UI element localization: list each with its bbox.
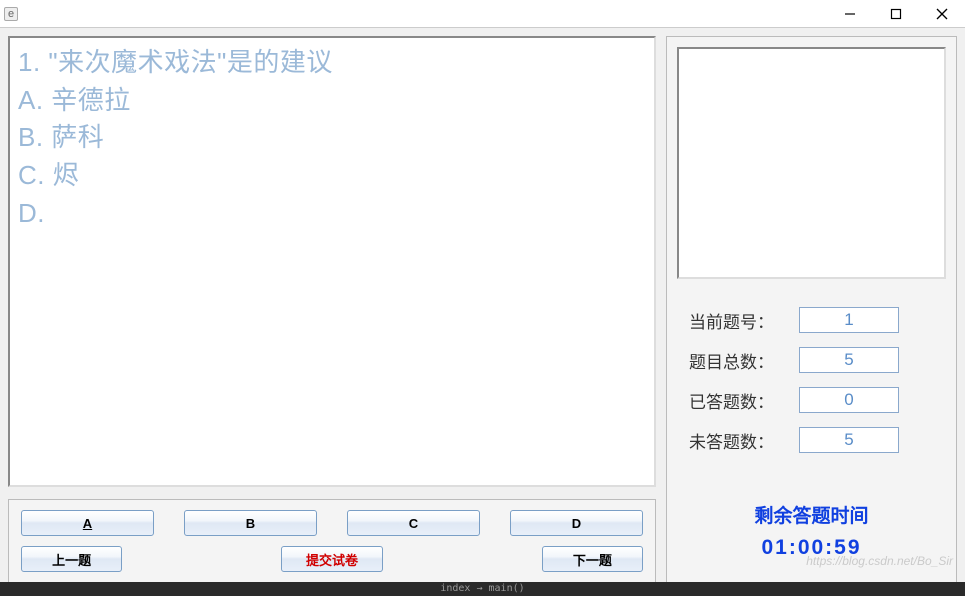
close-button[interactable] — [919, 0, 965, 28]
prev-button[interactable]: 上一题 — [21, 546, 122, 572]
nav-button-row: 上一题 提交试卷 下一题 — [15, 546, 649, 572]
question-line: 1. "来次魔术戏法"是的建议 — [18, 44, 646, 82]
stat-current-value: 1 — [799, 307, 899, 333]
spacer — [152, 546, 251, 572]
stat-unanswered-value: 5 — [799, 427, 899, 453]
timer-label: 剩余答题时间 — [677, 501, 946, 528]
titlebar-icon: e — [4, 7, 18, 21]
option-c-text: C. 烬 — [18, 157, 646, 195]
minimize-button[interactable] — [827, 0, 873, 28]
stat-total-value: 5 — [799, 347, 899, 373]
stat-current-label: 当前题号： — [689, 308, 799, 333]
answer-d-button[interactable]: D — [510, 510, 643, 536]
stat-answered: 已答题数： 0 — [689, 387, 934, 413]
maximize-button[interactable] — [873, 0, 919, 28]
answer-button-row: A B C D — [15, 510, 649, 536]
right-panel: 当前题号： 1 题目总数： 5 已答题数： 0 未答题数： 5 剩余答题时间 0… — [666, 36, 957, 583]
question-text: 1. "来次魔术戏法"是的建议 A. 辛德拉 B. 萨科 C. 烬 D. — [18, 44, 646, 232]
next-button[interactable]: 下一题 — [542, 546, 643, 572]
button-area: A B C D 上一题 提交试卷 下一题 — [8, 499, 656, 583]
watermark: https://blog.csdn.net/Bo_Sir — [806, 554, 953, 568]
stat-answered-label: 已答题数： — [689, 388, 799, 413]
image-box — [677, 47, 946, 279]
option-a-text: A. 辛德拉 — [18, 82, 646, 120]
stats-area: 当前题号： 1 题目总数： 5 已答题数： 0 未答题数： 5 — [677, 307, 946, 467]
option-d-text: D. — [18, 195, 646, 233]
stat-total-label: 题目总数： — [689, 348, 799, 373]
footer-strip: index → main() — [0, 582, 965, 596]
stat-total: 题目总数： 5 — [689, 347, 934, 373]
submit-button[interactable]: 提交试卷 — [281, 546, 382, 572]
left-panel: 1. "来次魔术戏法"是的建议 A. 辛德拉 B. 萨科 C. 烬 D. A B… — [8, 36, 656, 583]
answer-a-button[interactable]: A — [21, 510, 154, 536]
stat-answered-value: 0 — [799, 387, 899, 413]
answer-c-button[interactable]: C — [347, 510, 480, 536]
spacer — [413, 546, 512, 572]
stat-current: 当前题号： 1 — [689, 307, 934, 333]
answer-b-button[interactable]: B — [184, 510, 317, 536]
option-b-text: B. 萨科 — [18, 119, 646, 157]
stat-unanswered: 未答题数： 5 — [689, 427, 934, 453]
window-controls — [827, 0, 965, 28]
main-area: 1. "来次魔术戏法"是的建议 A. 辛德拉 B. 萨科 C. 烬 D. A B… — [0, 28, 965, 591]
window-titlebar: e — [0, 0, 965, 28]
question-box: 1. "来次魔术戏法"是的建议 A. 辛德拉 B. 萨科 C. 烬 D. — [8, 36, 656, 487]
stat-unanswered-label: 未答题数： — [689, 428, 799, 453]
